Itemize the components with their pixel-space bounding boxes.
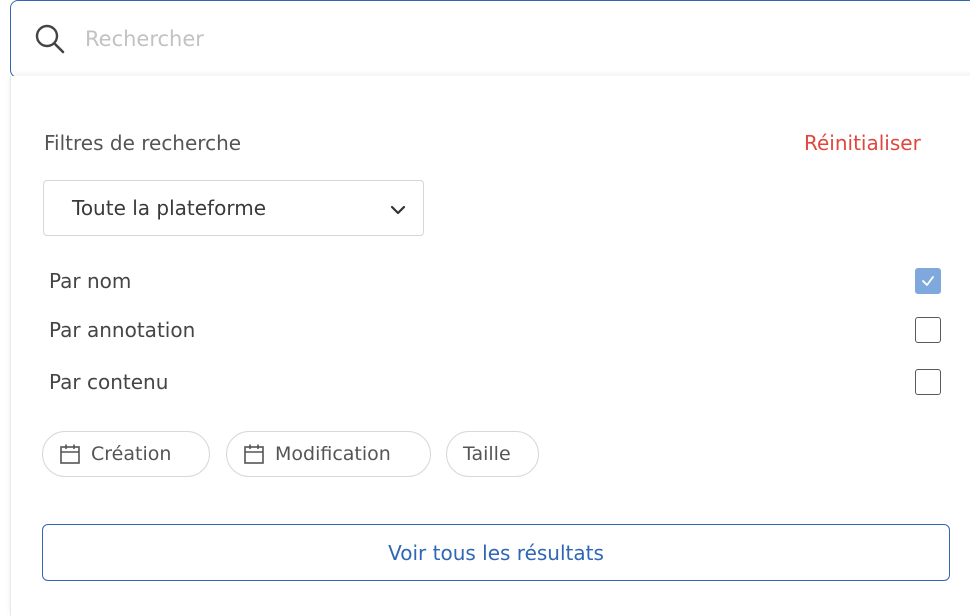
search-bar[interactable]	[10, 0, 970, 78]
calendar-icon	[59, 443, 81, 465]
chip-modification[interactable]: Modification	[226, 431, 431, 477]
scope-select-value: Toute la plateforme	[72, 196, 266, 220]
option-row-par-contenu: Par contenu	[49, 366, 949, 398]
reset-button[interactable]: Réinitialiser	[804, 131, 921, 155]
chevron-down-icon	[389, 201, 407, 219]
option-label: Par contenu	[49, 370, 169, 394]
checkbox-par-nom[interactable]	[915, 268, 941, 294]
option-label: Par annotation	[49, 318, 196, 342]
chip-label: Modification	[275, 443, 391, 465]
chip-label: Taille	[463, 443, 511, 465]
option-row-par-nom: Par nom	[49, 265, 949, 297]
scope-select[interactable]: Toute la plateforme	[43, 180, 424, 236]
option-label: Par nom	[49, 269, 132, 293]
chip-creation[interactable]: Création	[42, 431, 210, 477]
option-row-par-annotation: Par annotation	[49, 314, 949, 346]
chip-label: Création	[91, 443, 172, 465]
checkbox-par-annotation[interactable]	[915, 317, 941, 343]
filters-title: Filtres de recherche	[44, 131, 242, 155]
checkbox-par-contenu[interactable]	[915, 369, 941, 395]
search-input[interactable]	[85, 27, 785, 51]
checkmark-icon	[922, 276, 934, 286]
search-filters-panel: Filtres de recherche Réinitialiser Toute…	[10, 76, 970, 616]
see-all-results-button[interactable]: Voir tous les résultats	[42, 524, 950, 581]
calendar-icon	[243, 443, 265, 465]
chip-taille[interactable]: Taille	[446, 431, 539, 477]
search-icon	[33, 22, 67, 56]
